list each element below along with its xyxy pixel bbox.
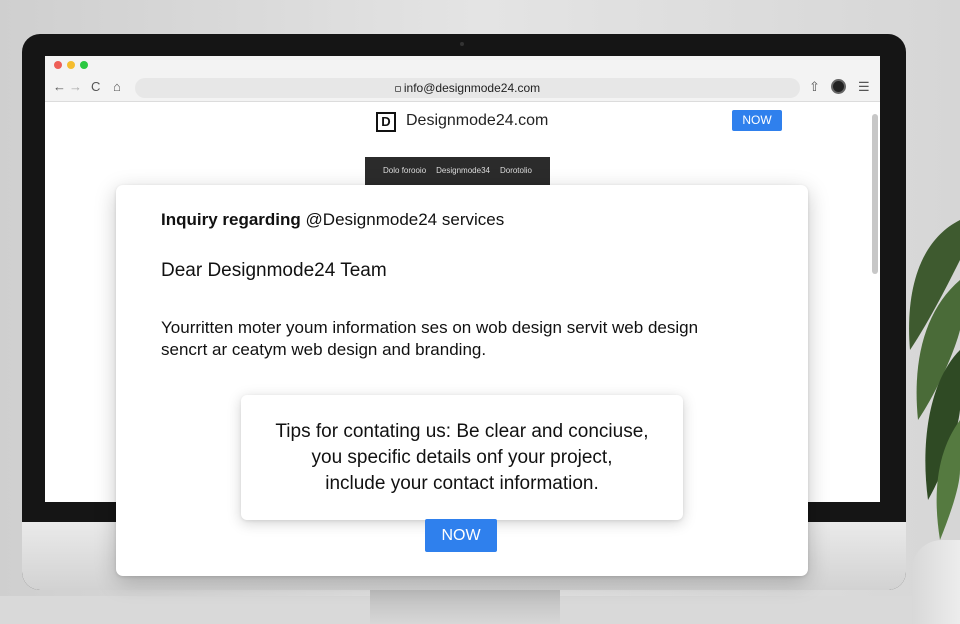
tips-popup: Tips for contating us: Be clear and conc…: [241, 395, 683, 520]
scroll-thumb[interactable]: [872, 114, 878, 274]
strip-item[interactable]: Dorotolio: [500, 157, 532, 185]
email-body-line: Yourritten moter youm information ses on…: [161, 318, 699, 337]
monitor-stand: [370, 590, 560, 624]
title-bar: [45, 56, 880, 74]
plant-pot: [912, 540, 960, 624]
menu-icon[interactable]: ☰: [858, 79, 870, 95]
lock-icon: [394, 86, 401, 92]
tips-line: you specific details onf your project,: [311, 447, 613, 468]
email-card: Inquiry regarding @Designmode24 services…: [116, 185, 808, 576]
tips-line: include your contact information.: [325, 473, 599, 494]
brand-logo[interactable]: D: [376, 112, 396, 132]
home-icon[interactable]: ⌂: [113, 79, 121, 95]
browser-toolbar: ← → C ⌂ info@designmode24.com ⇧ ☰: [45, 74, 880, 102]
address-text: info@designmode24.com: [403, 81, 541, 95]
forward-icon[interactable]: →: [69, 79, 82, 95]
address-bar[interactable]: info@designmode24.com: [135, 78, 800, 98]
now-button[interactable]: NOW: [425, 519, 497, 552]
minimize-window-icon[interactable]: [67, 61, 75, 69]
site-nav-strip: Dolo forooio Designmode34 Dorotolio: [365, 157, 550, 185]
scrollbar[interactable]: [872, 114, 878, 494]
subject-rest: @Designmode24 services: [305, 210, 505, 229]
subject-prefix: Inquiry regarding: [161, 210, 301, 229]
email-subject: Inquiry regarding @Designmode24 services: [161, 210, 504, 230]
email-body: Yourritten moter youm information ses on…: [161, 317, 761, 361]
strip-item[interactable]: Dolo forooio: [383, 157, 426, 185]
header-now-button[interactable]: NOW: [732, 110, 782, 131]
maximize-window-icon[interactable]: [80, 61, 88, 69]
brand-name[interactable]: Designmode24.com: [406, 112, 548, 130]
tips-line: Tips for contating us: Be clear and conc…: [275, 421, 649, 442]
share-icon[interactable]: ⇧: [809, 79, 820, 95]
reload-icon[interactable]: C: [91, 79, 100, 95]
back-icon[interactable]: ←: [53, 79, 66, 95]
camera-icon: [460, 42, 464, 46]
site-header: D Designmode24.com NOW: [45, 102, 880, 140]
close-window-icon[interactable]: [54, 61, 62, 69]
avatar[interactable]: [831, 79, 846, 94]
email-salutation: Dear Designmode24 Team: [161, 260, 387, 281]
email-body-line: sencrt ar ceatym web design and branding…: [161, 340, 487, 359]
strip-item[interactable]: Designmode34: [436, 157, 490, 185]
